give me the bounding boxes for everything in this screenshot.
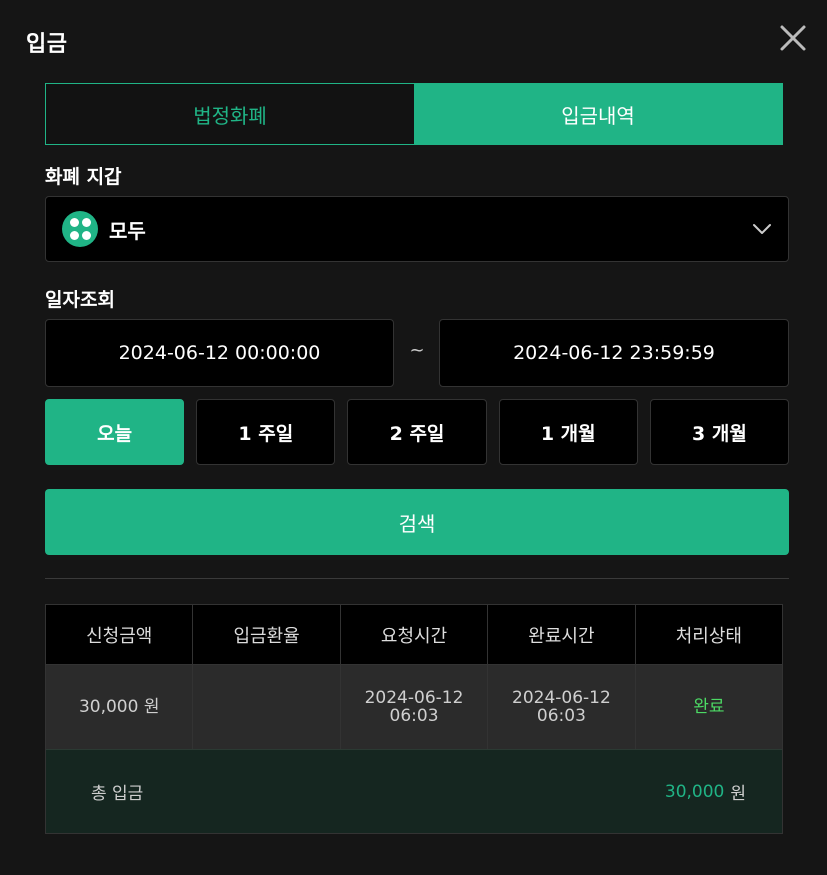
end-date-input[interactable]: 2024-06-12 23:59:59 — [439, 319, 789, 387]
chevron-down-icon — [753, 224, 771, 234]
period-today-button[interactable]: 오늘 — [45, 399, 185, 465]
start-date-input[interactable]: 2024-06-12 00:00:00 — [45, 319, 394, 387]
table-row: 30,000 원 2024-06-12 06:03 2024-06-12 06:… — [46, 664, 782, 749]
deposit-history-table: 신청금액 입금환율 요청시간 완료시간 처리상태 30,000 원 2024-0… — [45, 604, 783, 834]
grid-dots-icon — [62, 211, 98, 247]
complete-time: 06:03 — [536, 706, 586, 726]
cell-request-time: 2024-06-12 06:03 — [341, 665, 489, 749]
tab-fiat[interactable]: 법정화폐 — [46, 84, 414, 144]
wallet-dropdown[interactable]: 모두 — [45, 196, 789, 262]
table-header: 신청금액 입금환율 요청시간 완료시간 처리상태 — [46, 605, 782, 664]
request-date: 2024-06-12 — [364, 688, 464, 708]
period-button-group: 오늘 1 주일 2 주일 1 개월 3 개월 — [45, 399, 790, 465]
column-header-request-time: 요청시간 — [341, 605, 489, 664]
date-separator: ~ — [409, 340, 425, 361]
total-unit: 원 — [730, 784, 746, 804]
close-button[interactable] — [777, 22, 809, 54]
total-label: 총 입금 — [91, 784, 144, 804]
date-range-label: 일자조회 — [45, 289, 115, 311]
column-header-rate: 입금환율 — [193, 605, 341, 664]
column-header-amount: 신청금액 — [46, 605, 194, 664]
period-3month-button[interactable]: 3 개월 — [649, 399, 790, 465]
cell-status: 완료 — [693, 697, 725, 717]
wallet-selected-value: 모두 — [109, 218, 146, 243]
tab-bar: 법정화폐 입금내역 — [45, 83, 783, 145]
cell-amount: 30,000 원 — [46, 665, 194, 749]
modal-title: 입금 — [26, 32, 68, 57]
table-footer: 총 입금 30,000 원 — [46, 749, 782, 833]
column-header-status: 처리상태 — [675, 625, 742, 647]
close-icon — [780, 25, 806, 51]
search-button[interactable]: 검색 — [45, 489, 789, 555]
period-1week-button[interactable]: 1 주일 — [196, 399, 336, 465]
column-header-complete-time: 완료시간 — [488, 605, 636, 664]
period-2week-button[interactable]: 2 주일 — [347, 399, 487, 465]
divider — [45, 578, 789, 579]
cell-rate — [193, 665, 341, 749]
period-1month-button[interactable]: 1 개월 — [498, 399, 638, 465]
request-time: 06:03 — [389, 706, 439, 726]
wallet-label: 화폐 지갑 — [45, 166, 122, 188]
tab-deposit-history[interactable]: 입금내역 — [414, 84, 782, 144]
complete-date: 2024-06-12 — [512, 688, 611, 708]
cell-complete-time: 2024-06-12 06:03 — [488, 665, 636, 749]
total-amount: 30,000 — [664, 781, 725, 802]
